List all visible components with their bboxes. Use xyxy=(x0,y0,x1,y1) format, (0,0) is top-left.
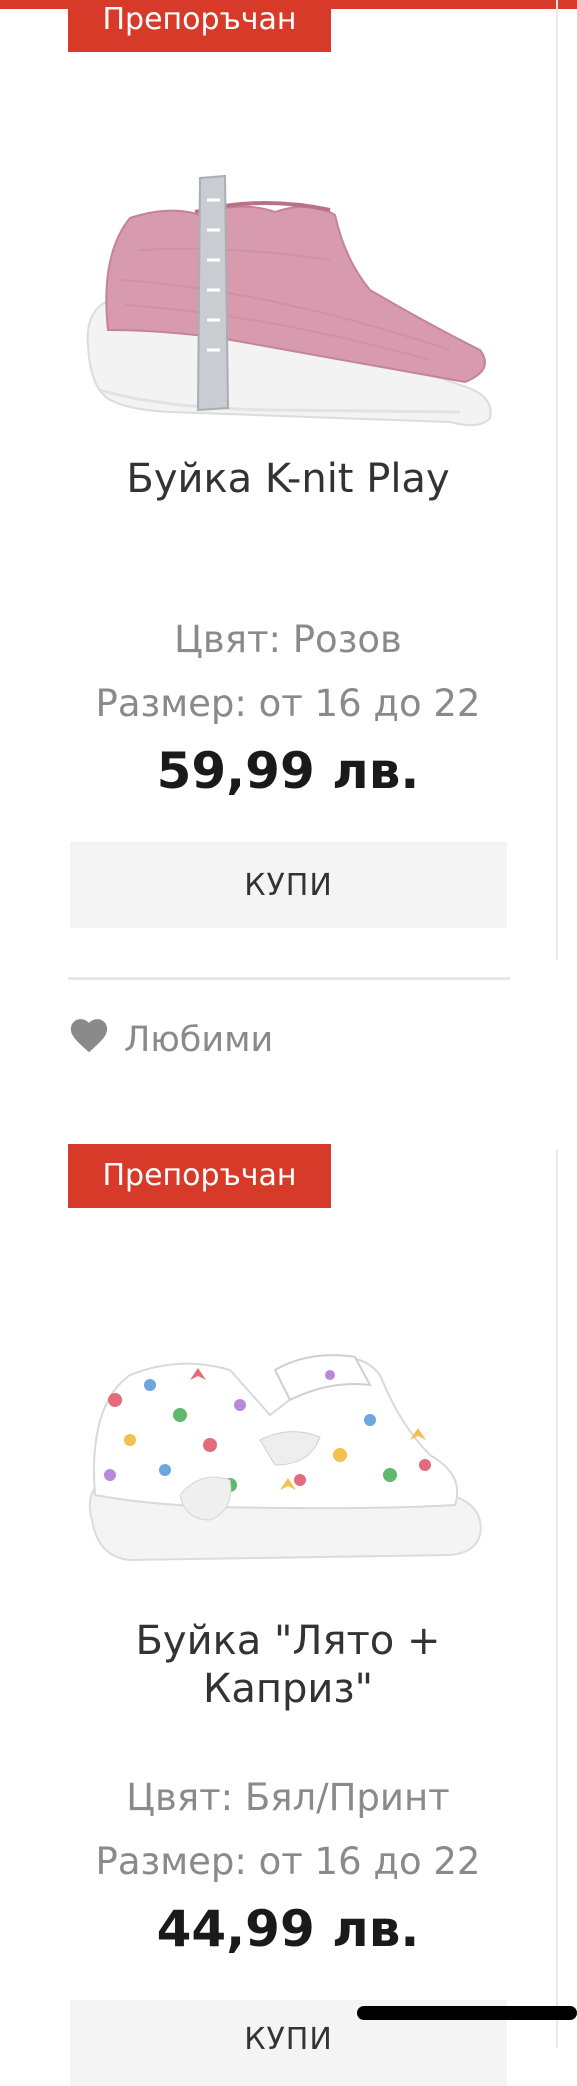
product-price: 44,99 лв. xyxy=(156,1900,420,1958)
product-title-line-2[interactable]: Каприз" xyxy=(68,1665,508,1713)
favorite-button[interactable]: Любими xyxy=(68,1016,273,1063)
column-divider xyxy=(556,1150,558,2048)
product-color: Цвят: Бял/Принт xyxy=(126,1776,450,1819)
product-title-line-1[interactable]: Буйка "Лято + xyxy=(68,1617,508,1665)
heart-icon xyxy=(68,1016,110,1063)
product-image-knit-play[interactable] xyxy=(70,160,510,430)
product-size: Размер: от 16 до 22 xyxy=(95,1840,481,1883)
buy-button[interactable]: КУПИ xyxy=(70,842,507,928)
product-color: Цвят: Розов xyxy=(174,618,402,661)
product-price: 59,99 лв. xyxy=(156,742,420,800)
home-indicator xyxy=(357,2006,577,2020)
column-divider xyxy=(556,0,558,960)
product-title[interactable]: Буйка K-nit Play xyxy=(68,455,508,503)
product-image-summer-caprice[interactable] xyxy=(70,1345,510,1575)
recommended-badge: Препоръчан xyxy=(68,0,331,52)
favorite-label: Любими xyxy=(124,1019,274,1060)
recommended-badge: Препоръчан xyxy=(68,1144,331,1208)
product-size: Размер: от 16 до 22 xyxy=(95,682,481,725)
divider xyxy=(68,977,510,980)
